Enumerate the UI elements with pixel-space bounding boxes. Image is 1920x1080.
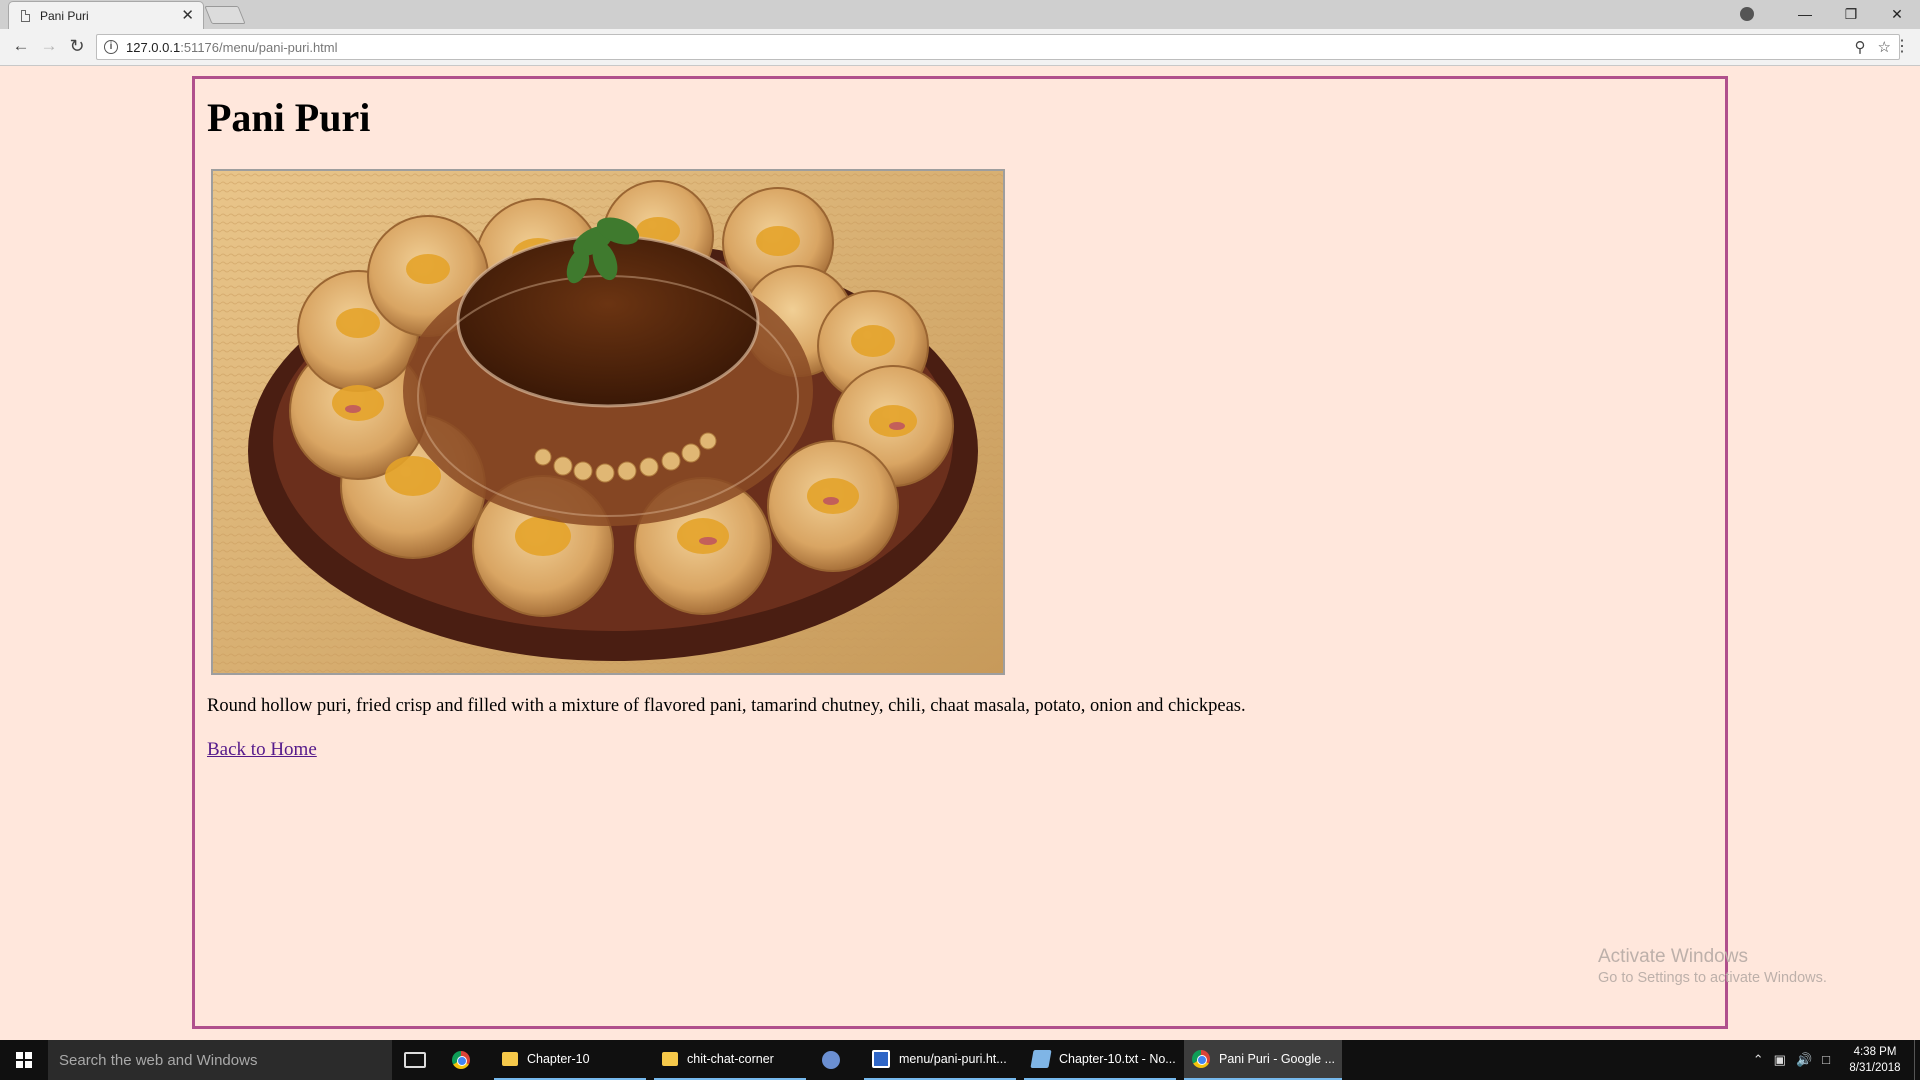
- page-icon: [21, 9, 30, 22]
- system-tray: ⌃ ▣ 🔊 □ 4:38 PM 8/31/2018: [1753, 1040, 1920, 1080]
- info-icon[interactable]: i: [104, 40, 118, 54]
- taskbar-item-label: Pani Puri - Google ...: [1219, 1052, 1336, 1066]
- network-icon[interactable]: ▣: [1774, 1052, 1786, 1068]
- browser-menu-icon[interactable]: ⋮: [1894, 36, 1910, 56]
- page-title: Pani Puri: [207, 95, 371, 140]
- start-button[interactable]: [0, 1040, 48, 1080]
- close-tab-icon[interactable]: ✕: [181, 8, 194, 23]
- taskbar-item-notepad[interactable]: Chapter-10.txt - No...: [1024, 1040, 1176, 1080]
- taskbar-item-label: Chapter-10: [527, 1052, 590, 1066]
- chrome-icon: [452, 1051, 470, 1069]
- paint-icon: [822, 1051, 840, 1069]
- profile-icon[interactable]: [1740, 7, 1754, 21]
- clock-date: 8/31/2018: [1849, 1062, 1901, 1074]
- taskbar-item-chapter-10[interactable]: Chapter-10: [494, 1040, 646, 1080]
- task-view-icon[interactable]: [404, 1052, 426, 1068]
- chrome-icon: [1192, 1050, 1210, 1068]
- tray-icons: ⌃ ▣ 🔊 □: [1753, 1052, 1830, 1068]
- notepad-icon: [1030, 1050, 1052, 1068]
- url-host: 127.0.0.1: [126, 39, 181, 55]
- windows-logo-icon: [16, 1052, 32, 1068]
- folder-icon: [662, 1052, 678, 1066]
- taskbar-item-brackets[interactable]: menu/pani-puri.ht...: [864, 1040, 1016, 1080]
- omnibox-actions: ⚲ ☆: [1855, 38, 1891, 56]
- activate-windows-watermark: Activate Windows Go to Settings to activ…: [1598, 946, 1827, 986]
- volume-icon[interactable]: 🔊: [1796, 1052, 1812, 1068]
- taskbar-item-label: chit-chat-corner: [687, 1052, 774, 1066]
- new-tab-button[interactable]: [204, 6, 246, 24]
- reload-icon[interactable]: ↻: [65, 36, 89, 57]
- minimize-button[interactable]: —: [1782, 6, 1828, 22]
- close-window-button[interactable]: ✕: [1874, 6, 1920, 23]
- clock[interactable]: 4:38 PM 8/31/2018: [1840, 1044, 1910, 1076]
- taskbar-search-input[interactable]: Search the web and Windows: [48, 1040, 392, 1080]
- back-arrow-icon[interactable]: ←: [9, 36, 33, 56]
- taskbar-item-chit-chat-corner[interactable]: chit-chat-corner: [654, 1040, 806, 1080]
- zoom-icon[interactable]: ⚲: [1855, 38, 1866, 56]
- address-bar[interactable]: i 127.0.0.1:51176/menu/pani-puri.html ⚲ …: [96, 34, 1900, 60]
- restore-button[interactable]: ❐: [1828, 6, 1874, 23]
- clock-time: 4:38 PM: [1853, 1046, 1897, 1058]
- notification-icon[interactable]: □: [1822, 1052, 1830, 1068]
- pani-puri-image: [211, 169, 1005, 675]
- taskbar-item-chrome-active[interactable]: Pani Puri - Google ...: [1184, 1040, 1342, 1080]
- watermark-subtitle: Go to Settings to activate Windows.: [1598, 970, 1827, 986]
- taskbar: Search the web and Windows Chapter-10 ch…: [0, 1040, 1920, 1080]
- taskbar-paint-pinned[interactable]: [814, 1040, 856, 1080]
- show-desktop-button[interactable]: [1914, 1040, 1920, 1080]
- url-text: 127.0.0.1:51176/menu/pani-puri.html: [126, 40, 338, 55]
- tab-title: Pani Puri: [40, 8, 89, 23]
- chevron-up-icon[interactable]: ⌃: [1753, 1052, 1764, 1068]
- browser-toolbar: ← → ↻ i 127.0.0.1:51176/menu/pani-puri.h…: [0, 29, 1920, 66]
- browser-tab[interactable]: Pani Puri ✕: [8, 1, 204, 29]
- brackets-icon: [872, 1050, 890, 1068]
- watermark-title: Activate Windows: [1598, 946, 1748, 967]
- taskbar-item-label: Chapter-10.txt - No...: [1059, 1052, 1176, 1066]
- folder-icon: [502, 1052, 518, 1066]
- forward-arrow-icon[interactable]: →: [37, 36, 61, 56]
- page-container: Pani Puri Round hollow puri, fried crisp…: [192, 76, 1728, 1029]
- taskbar-chrome-pinned[interactable]: [444, 1040, 486, 1080]
- taskbar-item-label: menu/pani-puri.ht...: [899, 1052, 1007, 1066]
- bookmark-star-icon[interactable]: ☆: [1878, 38, 1891, 56]
- tab-strip: Pani Puri ✕ — ❐ ✕: [0, 0, 1920, 29]
- dish-description: Round hollow puri, fried crisp and fille…: [207, 696, 1246, 716]
- url-path: :51176/menu/pani-puri.html: [180, 39, 338, 55]
- back-to-home-link[interactable]: Back to Home: [207, 739, 317, 761]
- window-controls: — ❐ ✕: [1740, 0, 1920, 28]
